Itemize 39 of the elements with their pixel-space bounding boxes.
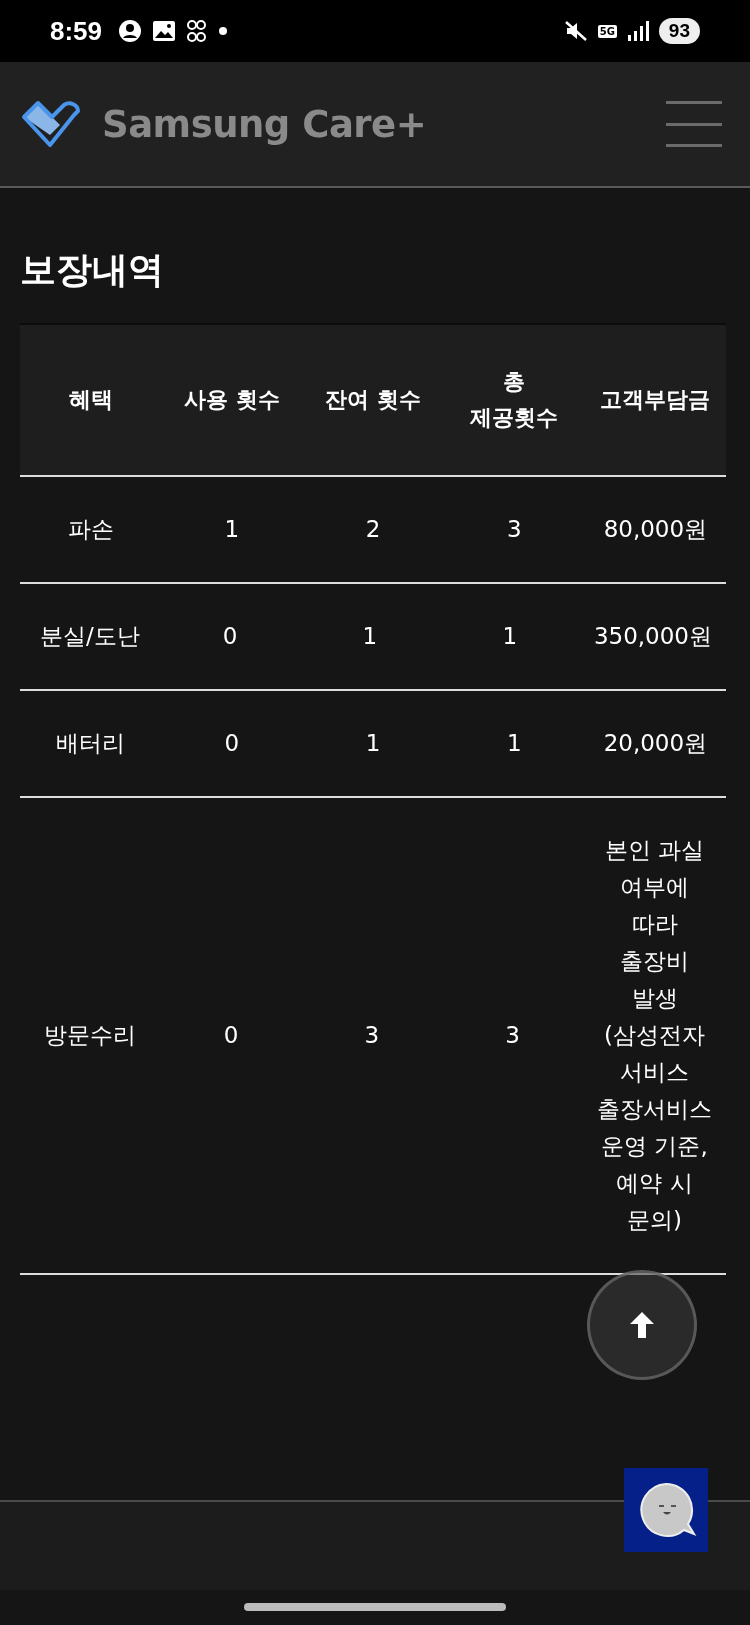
table-cell-text: 분실/도난 [39,622,141,651]
app-icon [186,18,209,44]
chat-button[interactable] [624,1468,708,1552]
arrow-up-icon [628,1310,656,1340]
menu-button[interactable] [666,101,722,147]
status-time: 8:59 [50,15,103,47]
table-cell-text: 1 [223,515,241,544]
signal-icon [626,20,649,42]
table-cell-text: 1 [505,729,523,758]
table-cell-text: 1 [501,622,519,651]
table-cell-text: 2 [364,515,382,544]
brand-name: Samsung Care+ [102,102,427,146]
table-cell-text: 방문수리 [43,1021,138,1050]
column-header: 고객부담금 [599,386,712,414]
column-header: 잔여 횟수 [324,386,422,414]
table-cell-text: 0 [222,1021,240,1050]
battery-level: 93 [658,18,700,44]
column-header: 총 제공횟수 [469,368,560,432]
page-title: 보장내역 [20,248,165,292]
column-header: 사용 횟수 [182,386,281,414]
table-cell-text: 20,000원 [602,729,709,758]
table-cell-text: 3 [505,515,523,544]
table-cell-text: 0 [223,729,241,758]
table-cell-text: 배터리 [55,729,127,758]
table-cell-text: 1 [361,622,379,651]
column-header: 혜택 [67,386,114,414]
table-cell-text: 1 [364,729,382,758]
image-icon [152,20,177,42]
table-cell-text: 3 [504,1021,521,1050]
table-cell-text: 80,000원 [602,515,709,544]
mute-icon [563,19,588,43]
network-label: 5G [597,24,617,38]
table-cell-text: 본인 과실 여부에 따라 출장비 발생 (삼성전자 서비스 출장서비스 운영 기준, 예약 시 문의) [596,836,713,1235]
table-cell-text: 0 [221,622,239,651]
dot-icon [218,26,229,36]
table-cell-text: 350,000원 [592,622,713,651]
account-icon [118,19,143,43]
table-cell-text: 3 [363,1021,381,1050]
table-cell-text: 파손 [66,515,115,544]
